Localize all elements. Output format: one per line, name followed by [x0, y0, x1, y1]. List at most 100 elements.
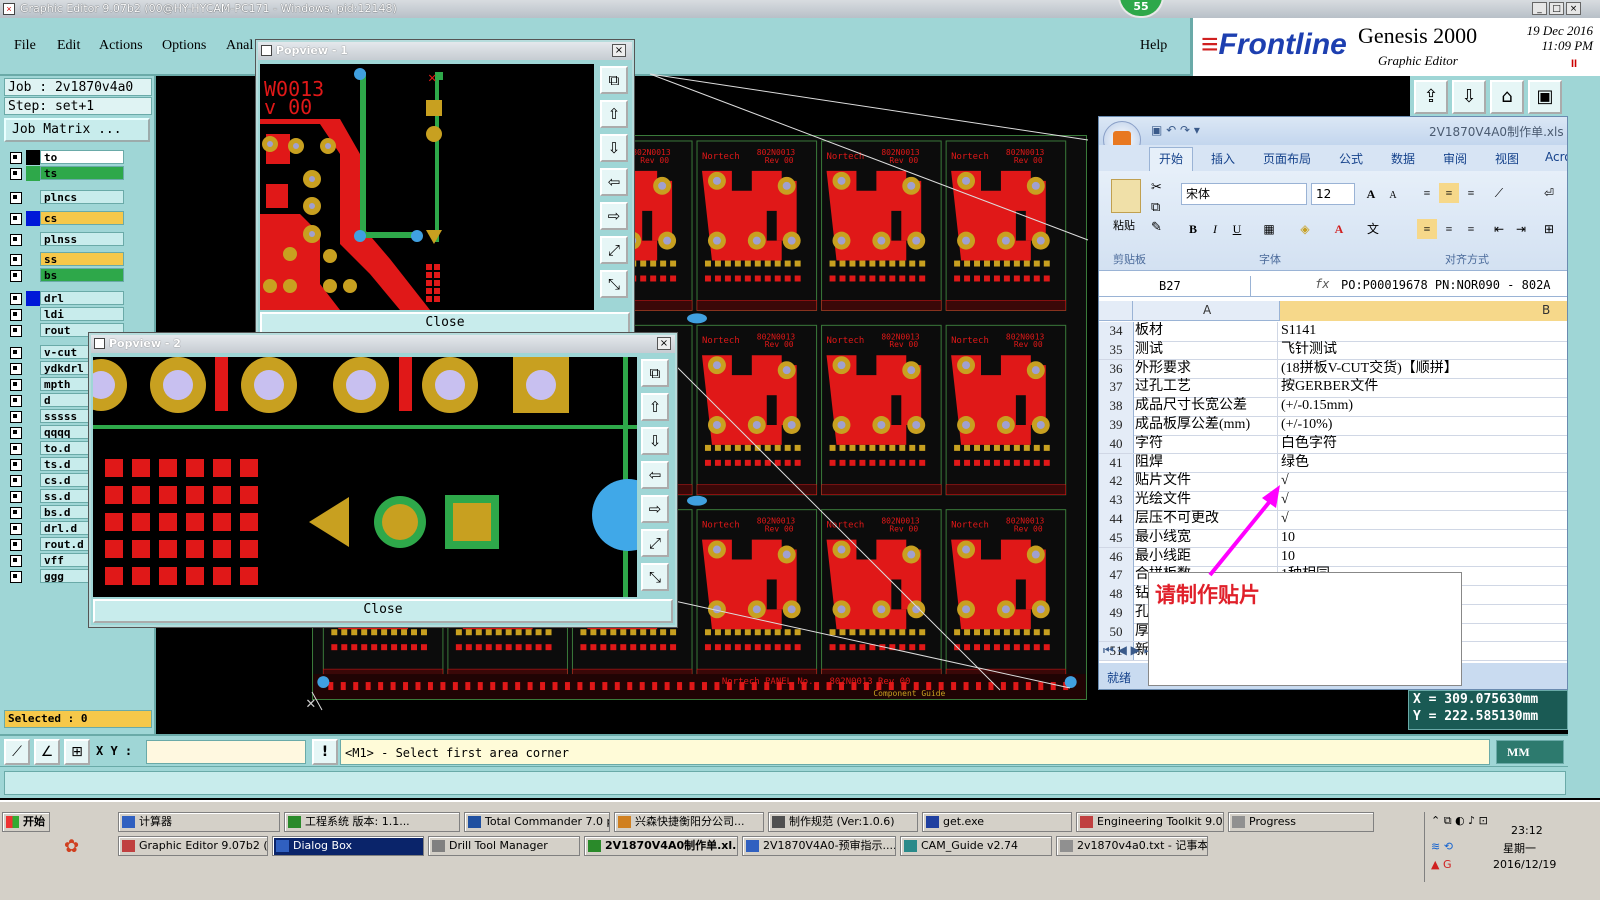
cell-a[interactable]: 成品板厚公差(mm): [1135, 416, 1278, 435]
quick-access-save-icon[interactable]: ▣ ↶ ↷ ▾: [1151, 123, 1200, 137]
layer-color-swatch[interactable]: [26, 505, 40, 521]
layer-row-drl[interactable]: drl: [4, 290, 128, 306]
cell-b[interactable]: S1141: [1281, 322, 1567, 341]
layer-checkbox[interactable]: [10, 292, 22, 305]
taskbar-item[interactable]: 2v1870v4a0.txt - 记事本: [1056, 836, 1208, 856]
layer-color-swatch[interactable]: [26, 489, 40, 505]
layer-color-swatch[interactable]: [26, 252, 40, 268]
layer-color-swatch[interactable]: [26, 457, 40, 473]
layer-color-swatch[interactable]: [26, 166, 40, 181]
alert-icon[interactable]: !: [312, 739, 338, 765]
row-number[interactable]: 37: [1099, 378, 1134, 398]
cell-b[interactable]: 按GERBER文件: [1281, 378, 1567, 397]
popview-zoom-in-icon[interactable]: ⤢: [641, 529, 669, 557]
layer-checkbox[interactable]: [10, 395, 22, 408]
grid-icon[interactable]: ⊞: [64, 739, 90, 765]
taskbar-item[interactable]: get.exe: [922, 812, 1072, 832]
cell-b[interactable]: (+/-10%): [1281, 416, 1567, 435]
format-painter-icon[interactable]: ✎: [1151, 219, 1162, 235]
layer-color-swatch[interactable]: [26, 190, 40, 205]
layer-name[interactable]: ts: [40, 166, 124, 180]
italic-icon[interactable]: I: [1205, 219, 1225, 239]
popview-2-close-icon[interactable]: ×: [657, 337, 671, 350]
column-b-header[interactable]: B: [1279, 301, 1567, 321]
layer-color-swatch[interactable]: [26, 150, 40, 165]
layer-checkbox[interactable]: [10, 324, 22, 337]
row-number[interactable]: 46: [1099, 547, 1134, 567]
maximize-button[interactable]: □: [1549, 2, 1564, 15]
popview-left-icon[interactable]: ⇦: [641, 461, 669, 489]
cell-a[interactable]: 板材: [1135, 322, 1278, 341]
cell-a[interactable]: 过孔工艺: [1135, 378, 1278, 398]
layer-color-swatch[interactable]: [26, 537, 40, 553]
cell-a[interactable]: 外形要求: [1135, 359, 1278, 379]
layer-color-swatch[interactable]: [26, 210, 40, 226]
taskbar-item[interactable]: Total Commander 7.0 p...: [464, 812, 610, 832]
layer-color-swatch[interactable]: [26, 377, 40, 393]
underline-icon[interactable]: U: [1227, 219, 1247, 239]
font-size-select[interactable]: 12: [1311, 183, 1355, 205]
xy-input[interactable]: [146, 740, 306, 764]
layer-checkbox[interactable]: [10, 507, 22, 520]
paste-icon[interactable]: [1111, 179, 1141, 213]
row-number[interactable]: 48: [1099, 585, 1134, 604]
taskbar-item[interactable]: Drill Tool Manager: [428, 836, 580, 856]
menu-edit[interactable]: Edit: [57, 38, 80, 54]
merge-icon[interactable]: ⊞: [1539, 219, 1559, 239]
grow-font-icon[interactable]: A: [1361, 184, 1381, 204]
layer-checkbox[interactable]: [10, 168, 22, 180]
layer-row-bs[interactable]: bs: [4, 268, 128, 284]
import-icon[interactable]: ⇩: [1452, 80, 1486, 114]
sheet-row[interactable]: 46 最小线距 10: [1099, 547, 1567, 568]
layer-color-swatch[interactable]: [26, 306, 40, 322]
row-number[interactable]: 42: [1099, 472, 1134, 492]
tab-data[interactable]: 数据: [1391, 150, 1415, 167]
popview-fit-icon[interactable]: ⧉: [600, 66, 628, 94]
tab-acrobat[interactable]: Acro: [1545, 150, 1567, 164]
cell-b[interactable]: (+/-0.15mm): [1281, 397, 1567, 416]
layer-checkbox[interactable]: [10, 254, 22, 267]
fx-icon[interactable]: fx: [1315, 277, 1329, 291]
popview-left-icon[interactable]: ⇦: [600, 168, 628, 196]
phonetic-icon[interactable]: 文: [1363, 219, 1383, 239]
layer-checkbox[interactable]: [10, 539, 22, 552]
layer-name[interactable]: plncs: [40, 190, 124, 204]
layer-name[interactable]: cs: [40, 210, 124, 225]
align-bottom-icon[interactable]: ≡: [1461, 183, 1481, 203]
sheet-row[interactable]: 41 阻焊 绿色: [1099, 453, 1567, 474]
layer-checkbox[interactable]: [10, 555, 22, 568]
popview-down-icon[interactable]: ⇩: [600, 134, 628, 162]
window-title-bar[interactable]: × Graphic Editor 9.07b2 (00@HY-HYCAM-PC1…: [0, 0, 1600, 18]
sheet-row[interactable]: 43 光绘文件 √: [1099, 491, 1567, 511]
job-matrix-button[interactable]: Job Matrix ...: [4, 118, 150, 142]
popview-up-icon[interactable]: ⇧: [600, 100, 628, 128]
taskbar-item[interactable]: Graphic Editor 9.07b2 (0...: [118, 836, 268, 856]
cell-b[interactable]: 10: [1281, 548, 1567, 567]
layer-color-swatch[interactable]: [26, 441, 40, 457]
layer-checkbox[interactable]: [10, 443, 22, 456]
layer-color-swatch[interactable]: [26, 322, 40, 338]
layer-checkbox[interactable]: [10, 475, 22, 488]
name-box[interactable]: B27: [1101, 276, 1251, 296]
select-mode-icon[interactable]: ⟋: [4, 739, 30, 765]
sheet-row[interactable]: 35 测试 飞针测试: [1099, 340, 1567, 361]
tray-time[interactable]: 23:12: [1511, 824, 1543, 837]
tab-formulas[interactable]: 公式: [1339, 150, 1363, 167]
pause-icon[interactable]: II: [1571, 58, 1577, 70]
popview-1-canvas[interactable]: W0013 v 00 ✕: [260, 64, 594, 310]
align-middle-icon[interactable]: ≡: [1439, 183, 1459, 203]
taskbar-item[interactable]: Dialog Box: [272, 836, 424, 856]
sheet-row[interactable]: 36 外形要求 (18拼板V-CUT交货)【顺拼】: [1099, 359, 1567, 380]
menu-file[interactable]: File: [14, 38, 36, 54]
cell-a[interactable]: 成品尺寸长宽公差: [1135, 397, 1278, 416]
taskbar-item[interactable]: Engineering Toolkit 9.0...: [1076, 812, 1224, 832]
sheet-row[interactable]: 45 最小线宽 10: [1099, 528, 1567, 549]
popview-2-canvas[interactable]: [93, 357, 637, 597]
layer-row-to[interactable]: to: [4, 150, 128, 165]
column-a-header[interactable]: A: [1203, 303, 1211, 317]
cell-b[interactable]: 飞针测试: [1281, 341, 1567, 360]
shrink-font-icon[interactable]: A: [1383, 186, 1403, 206]
tray-network-icon[interactable]: ≋ ⟲: [1431, 840, 1453, 853]
row-number[interactable]: 36: [1099, 359, 1134, 379]
layer-name[interactable]: plnss: [40, 231, 124, 246]
